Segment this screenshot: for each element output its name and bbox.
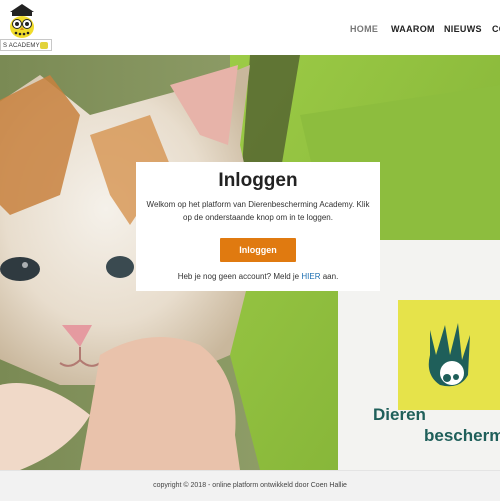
sign-text-line2: bescherm xyxy=(424,426,500,445)
login-card: Inloggen Welkom op het platform van Dier… xyxy=(136,162,380,291)
logo-badge: S ACADEMY xyxy=(0,39,52,51)
nav-home[interactable]: HOME xyxy=(350,24,378,34)
signup-prefix: Heb je nog geen account? Meld je xyxy=(177,272,300,281)
site-footer: copyright © 2018 - online platform ontwi… xyxy=(0,470,500,501)
nav-nieuws[interactable]: NIEUWS xyxy=(444,24,482,34)
login-title: Inloggen xyxy=(218,170,298,191)
signup-text: Heb je nog geen account? Meld je HIER aa… xyxy=(136,272,380,281)
sign-text-line1: Dieren xyxy=(373,405,426,424)
logo-text: S ACADEMY xyxy=(3,43,40,49)
site-logo[interactable]: S ACADEMY xyxy=(0,0,60,55)
nav-waarom[interactable]: WAAROM xyxy=(391,24,435,34)
footer-copyright: copyright © 2018 - online platform ontwi… xyxy=(153,482,347,489)
signup-link[interactable]: HIER xyxy=(301,272,320,281)
site-header: S ACADEMY HOME WAAROM NIEUWS CO xyxy=(0,0,500,55)
login-intro: Welkom op het platform van Dierenbescher… xyxy=(146,200,370,222)
paw-icon xyxy=(40,42,48,49)
login-button[interactable]: Inloggen xyxy=(220,238,296,262)
signup-suffix: aan. xyxy=(322,272,339,281)
nav-contact[interactable]: CO xyxy=(492,24,500,34)
owl-logo-icon xyxy=(10,4,34,38)
